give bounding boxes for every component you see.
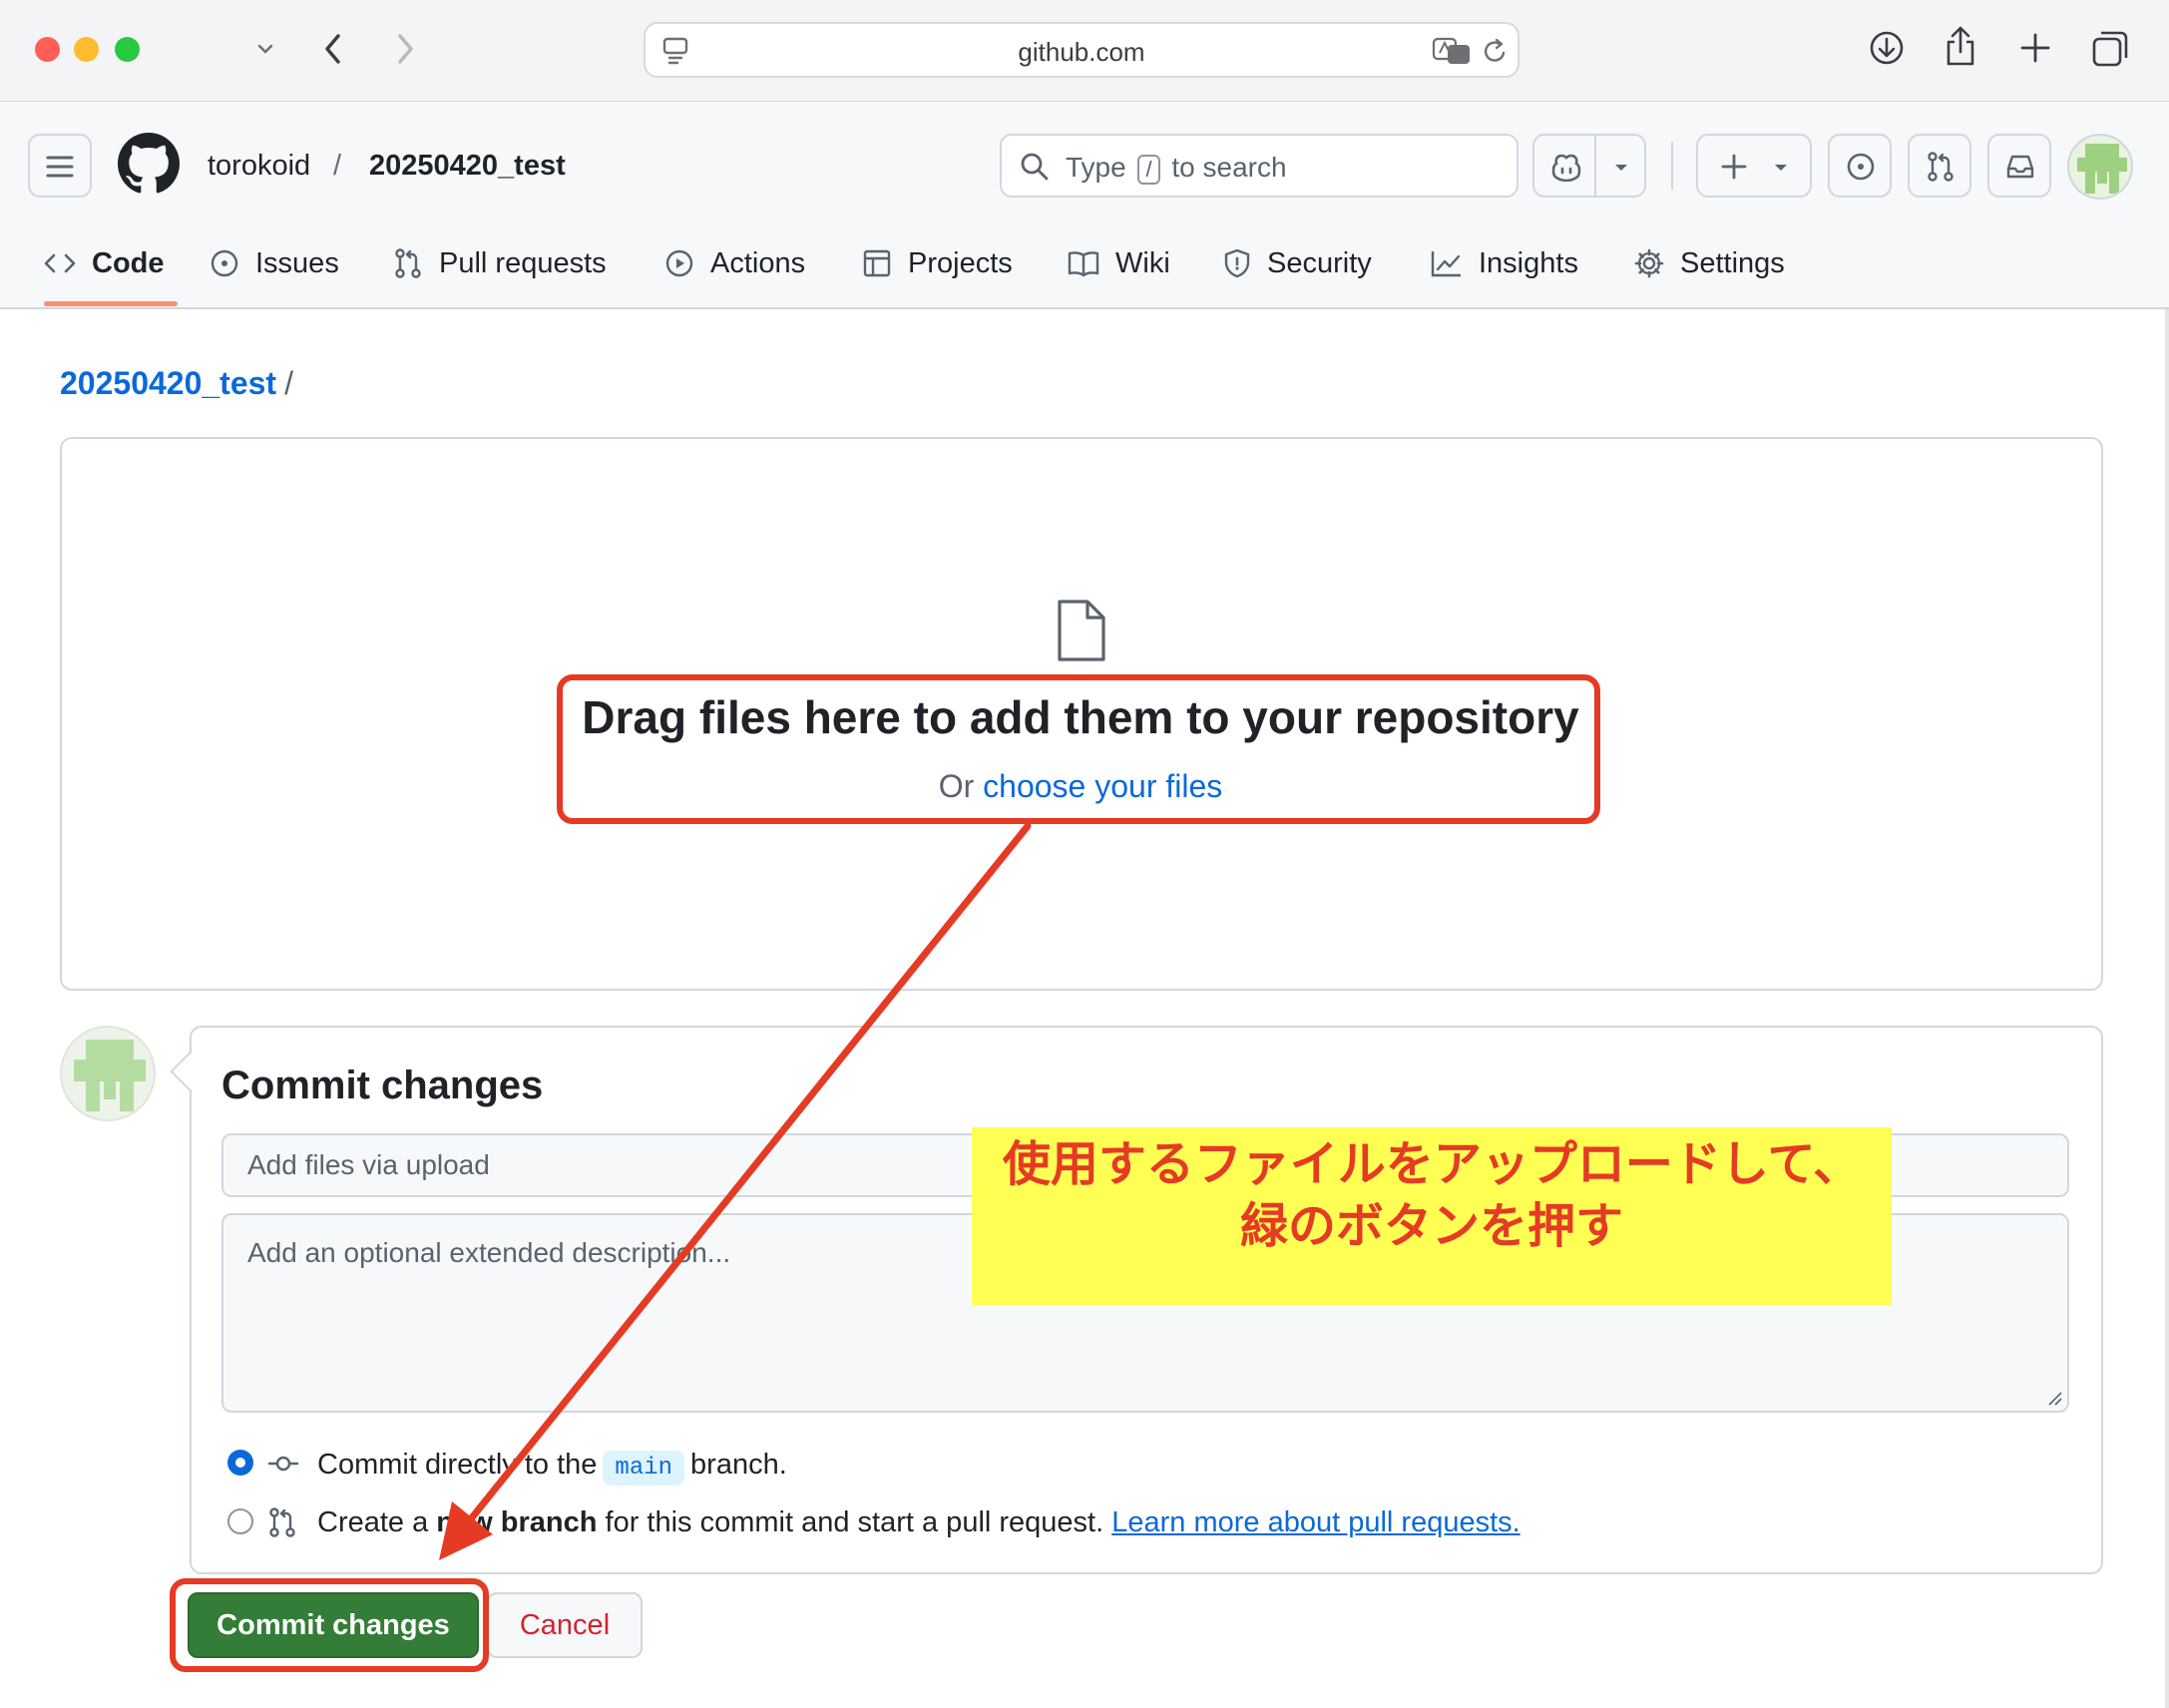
create-new-button[interactable] xyxy=(1696,134,1812,198)
breadcrumb-separator: / xyxy=(284,365,293,401)
copilot-button[interactable] xyxy=(1532,134,1646,198)
new-branch-radio[interactable] xyxy=(227,1508,253,1534)
tabs-overview-icon[interactable] xyxy=(2091,30,2129,68)
tab-issues[interactable]: Issues xyxy=(210,243,339,283)
tab-code-label: Code xyxy=(92,246,165,279)
tab-settings-label: Settings xyxy=(1680,246,1785,279)
breadcrumb-repo-link[interactable]: 20250420_test xyxy=(60,365,276,401)
highlight-box-dropzone xyxy=(557,674,1600,824)
copilot-dropdown-icon[interactable] xyxy=(1612,162,1630,174)
shield-icon xyxy=(1224,248,1250,278)
issue-icon xyxy=(211,249,238,277)
reload-icon[interactable] xyxy=(1482,37,1510,67)
address-bar[interactable]: github.com xyxy=(644,22,1519,78)
search-input[interactable]: Type / to search xyxy=(1000,134,1518,198)
resize-grip-icon[interactable] xyxy=(2047,1391,2063,1407)
tab-code[interactable]: Code xyxy=(44,243,165,283)
tab-projects[interactable]: Projects xyxy=(862,243,1013,283)
pull-requests-shortcut-button[interactable] xyxy=(1908,134,1971,198)
new-tab-icon[interactable] xyxy=(2019,32,2051,64)
tab-projects-label: Projects xyxy=(908,246,1013,279)
breadcrumb: 20250420_test / xyxy=(60,365,293,402)
table-icon xyxy=(863,249,891,277)
tab-security-label: Security xyxy=(1267,246,1372,279)
instruction-note: 使用するファイルをアップロードして、 緑のボタンを押す xyxy=(972,1127,1892,1305)
minimize-window-button[interactable] xyxy=(74,37,99,62)
copilot-icon xyxy=(1550,152,1582,182)
browser-toolbar: github.com xyxy=(0,0,2169,102)
tab-actions[interactable]: Actions xyxy=(664,243,805,283)
repo-name-link[interactable]: 20250420_test xyxy=(369,150,566,183)
code-icon xyxy=(44,253,76,273)
tab-pull-requests-label: Pull requests xyxy=(439,246,607,279)
tab-settings[interactable]: Settings xyxy=(1634,243,1785,283)
download-icon[interactable] xyxy=(1868,29,1906,67)
committer-avatar xyxy=(60,1026,156,1121)
tab-insights-label: Insights xyxy=(1479,246,1578,279)
gear-icon xyxy=(1634,248,1664,278)
search-shortcut-key: / xyxy=(1137,155,1160,185)
book-icon xyxy=(1068,251,1099,277)
inbox-button[interactable] xyxy=(1987,134,2051,198)
highlight-box-commit-button xyxy=(170,1578,489,1672)
new-branch-label: Create a new branch for this commit and … xyxy=(317,1506,1520,1538)
commit-form-title: Commit changes xyxy=(221,1064,544,1107)
search-icon xyxy=(1020,152,1050,182)
instruction-line-2: 緑のボタンを押す xyxy=(1239,1198,1623,1254)
zoom-window-button[interactable] xyxy=(115,37,140,62)
hamburger-icon xyxy=(46,156,74,178)
share-icon[interactable] xyxy=(1944,24,1977,68)
tab-pull-requests[interactable]: Pull requests xyxy=(393,243,607,283)
graph-icon xyxy=(1431,251,1461,277)
owner-repo-separator: / xyxy=(333,150,342,182)
cancel-button[interactable]: Cancel xyxy=(487,1592,643,1658)
plus-icon xyxy=(1720,153,1748,181)
pull-request-icon xyxy=(395,248,421,278)
tab-wiki[interactable]: Wiki xyxy=(1068,243,1170,283)
header-divider xyxy=(1671,142,1673,190)
forward-icon[interactable] xyxy=(391,30,419,68)
hamburger-menu-button[interactable] xyxy=(28,134,92,198)
tab-security[interactable]: Security xyxy=(1223,243,1372,283)
url-text: github.com xyxy=(1018,37,1145,67)
tab-wiki-label: Wiki xyxy=(1115,246,1170,279)
learn-more-pr-link[interactable]: Learn more about pull requests. xyxy=(1111,1506,1519,1538)
tab-issues-label: Issues xyxy=(255,246,339,279)
instruction-line-1: 使用するファイルをアップロードして、 xyxy=(1002,1136,1862,1192)
commit-direct-radio[interactable] xyxy=(227,1450,253,1476)
chevron-down-icon xyxy=(1772,162,1790,174)
chevron-down-icon[interactable] xyxy=(255,42,275,56)
tab-insights[interactable]: Insights xyxy=(1431,243,1578,283)
github-logo-icon[interactable] xyxy=(118,133,180,195)
commit-direct-label: Commit directly to the main branch. xyxy=(317,1449,787,1486)
tab-actions-label: Actions xyxy=(710,246,806,279)
translate-icon[interactable] xyxy=(1432,36,1472,66)
branch-name-pill: main xyxy=(603,1451,685,1486)
back-icon[interactable] xyxy=(319,30,347,68)
pull-request-icon xyxy=(267,1506,297,1538)
search-placeholder: Type / to search xyxy=(1066,152,1287,185)
issue-icon xyxy=(1846,152,1876,182)
user-avatar[interactable] xyxy=(2067,134,2133,200)
file-icon xyxy=(1054,599,1109,662)
pull-request-icon xyxy=(1926,151,1955,183)
repo-owner-link[interactable]: torokoid xyxy=(208,150,310,183)
commit-icon xyxy=(267,1453,299,1475)
issues-shortcut-button[interactable] xyxy=(1828,134,1892,198)
inbox-icon xyxy=(2005,153,2035,181)
active-tab-indicator xyxy=(44,301,178,306)
actions-icon xyxy=(665,249,693,277)
window-edge xyxy=(2165,309,2169,1708)
close-window-button[interactable] xyxy=(35,37,60,62)
